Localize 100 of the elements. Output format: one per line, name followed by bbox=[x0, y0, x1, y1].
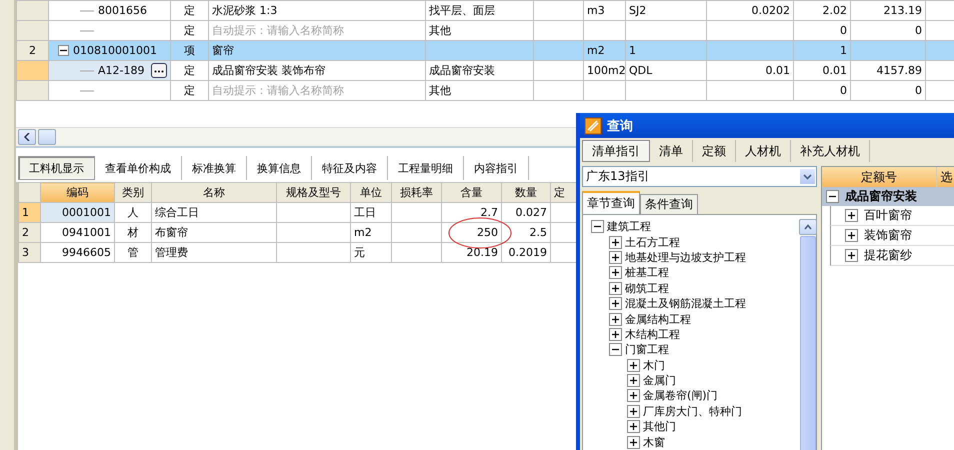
column-header: 规格及型号 bbox=[276, 182, 350, 202]
row-number: 2 bbox=[18, 222, 40, 242]
expand-icon[interactable] bbox=[609, 312, 622, 326]
column-header: 含量 bbox=[442, 182, 502, 202]
collapse-icon[interactable] bbox=[609, 343, 622, 356]
table-cell: 人 bbox=[114, 202, 152, 222]
column-header: 名称 bbox=[152, 182, 276, 202]
tab[interactable]: 清单指引 bbox=[582, 140, 650, 162]
code-cell: A12-189 bbox=[48, 60, 170, 80]
table-cell bbox=[392, 222, 442, 242]
table-cell bbox=[534, 0, 584, 20]
expand-icon[interactable] bbox=[627, 358, 640, 372]
table-cell: 0.2019 bbox=[502, 242, 550, 262]
tab[interactable]: 条件查询 bbox=[640, 194, 698, 214]
table-cell: 0.027 bbox=[502, 202, 550, 222]
expand-icon[interactable] bbox=[609, 282, 622, 295]
tab[interactable]: 章节查询 bbox=[582, 191, 640, 214]
tree-item[interactable]: 百叶窗帘 bbox=[864, 207, 912, 224]
vertical-scrollbar[interactable] bbox=[800, 219, 816, 450]
group-row[interactable]: 成品窗帘安装 bbox=[822, 187, 954, 206]
expand-icon[interactable] bbox=[609, 250, 622, 264]
table-cell: 0941001 bbox=[40, 222, 114, 242]
table-cell: 定 bbox=[170, 80, 208, 100]
scroll-thumb[interactable] bbox=[38, 129, 56, 145]
table-cell: 213.19 bbox=[850, 0, 926, 20]
table-cell: 管 bbox=[114, 242, 152, 262]
expand-icon[interactable] bbox=[609, 297, 622, 310]
table-cell: 20.19 bbox=[442, 242, 502, 262]
tree-item[interactable]: 其他门 bbox=[643, 419, 676, 434]
ellipsis-button[interactable] bbox=[151, 63, 167, 78]
table-cell: 项 bbox=[170, 40, 208, 60]
tree-item[interactable]: 金属结构工程 bbox=[625, 312, 691, 327]
table-cell: 定 bbox=[170, 0, 208, 20]
table-cell: 0.01 bbox=[794, 60, 850, 80]
table-cell bbox=[926, 0, 954, 20]
collapse-icon[interactable] bbox=[826, 190, 839, 203]
table-cell: 2.7 bbox=[442, 202, 502, 222]
expand-icon[interactable] bbox=[845, 229, 858, 242]
tree-item[interactable]: 木门 bbox=[643, 358, 665, 373]
table-cell bbox=[534, 40, 584, 60]
table-cell: 1 bbox=[794, 40, 850, 60]
collapse-icon[interactable] bbox=[58, 45, 69, 56]
column-header: 选 bbox=[937, 167, 954, 187]
table-cell: 0 bbox=[794, 80, 850, 100]
tab[interactable]: 工料机显示 bbox=[18, 156, 95, 180]
tree-item[interactable]: 提花窗纱 bbox=[864, 247, 912, 264]
table-cell: 其他 bbox=[426, 80, 534, 100]
table-cell: m3 bbox=[584, 0, 626, 20]
more-icon bbox=[154, 70, 164, 72]
table-cell: QDL bbox=[626, 60, 706, 80]
expand-icon[interactable] bbox=[627, 420, 640, 434]
tree-item[interactable]: 建筑工程 bbox=[607, 219, 651, 234]
guide-select[interactable]: 广东13指引 bbox=[582, 166, 817, 187]
table-cell bbox=[534, 80, 584, 100]
expand-icon[interactable] bbox=[845, 209, 858, 222]
app-icon bbox=[584, 116, 602, 134]
expand-icon[interactable] bbox=[627, 404, 640, 418]
table-cell: 2.5 bbox=[502, 222, 550, 242]
tree-item[interactable]: 砌筑工程 bbox=[625, 280, 669, 296]
column-header: 损耗率 bbox=[392, 182, 442, 202]
tree-item[interactable]: 木结构工程 bbox=[625, 326, 680, 342]
table-cell: 综合工日 bbox=[152, 202, 276, 222]
row-number: 1 bbox=[18, 202, 40, 222]
expand-icon[interactable] bbox=[609, 328, 622, 341]
table-cell: SJ2 bbox=[626, 0, 706, 20]
code-cell: 8001656 bbox=[48, 0, 170, 20]
expand-icon[interactable] bbox=[627, 389, 640, 402]
tree-item[interactable]: 装饰窗帘 bbox=[864, 227, 912, 244]
expand-icon[interactable] bbox=[609, 236, 622, 249]
collapse-icon[interactable] bbox=[591, 220, 604, 234]
table-cell: 找平层、面层 bbox=[426, 0, 534, 20]
table-cell: 0001001 bbox=[40, 202, 114, 222]
expand-icon[interactable] bbox=[845, 249, 858, 262]
row-number: 3 bbox=[18, 242, 40, 262]
column-header: 数量 bbox=[502, 182, 550, 202]
tree-item[interactable]: 金属卷帘(闸)门 bbox=[643, 388, 718, 404]
tree-item[interactable]: 混凝土及钢筋混凝土工程 bbox=[625, 296, 746, 312]
tree-item[interactable]: 地基处理与边坡支护工程 bbox=[625, 250, 746, 265]
tree-item[interactable]: 木窗 bbox=[643, 434, 665, 450]
table-cell: 窗帘 bbox=[208, 40, 426, 60]
tree-item[interactable]: 金属门 bbox=[643, 373, 676, 388]
column-header: 定额号 bbox=[822, 167, 937, 187]
expand-icon[interactable] bbox=[627, 436, 640, 449]
table-cell bbox=[392, 242, 442, 262]
table-cell: 1 bbox=[626, 40, 706, 60]
table-cell: 定 bbox=[170, 60, 208, 80]
table-cell: 水泥砂浆 1:3 bbox=[208, 0, 426, 20]
table-cell bbox=[534, 60, 584, 80]
expand-icon[interactable] bbox=[627, 374, 640, 388]
table-cell: m2 bbox=[584, 40, 626, 60]
table-cell: m2 bbox=[350, 222, 392, 242]
tree-item[interactable]: 厂库房大门、特种门 bbox=[643, 404, 742, 419]
tree-item[interactable]: 桩基工程 bbox=[625, 265, 669, 280]
expand-icon[interactable] bbox=[609, 266, 622, 280]
tree-item[interactable]: 土石方工程 bbox=[625, 234, 680, 250]
table-cell bbox=[392, 202, 442, 222]
tree-item[interactable]: 门窗工程 bbox=[625, 342, 669, 358]
horizontal-scrollbar[interactable] bbox=[16, 127, 576, 148]
table-cell: 4157.89 bbox=[850, 60, 926, 80]
table-cell: 100m2 bbox=[584, 60, 626, 80]
